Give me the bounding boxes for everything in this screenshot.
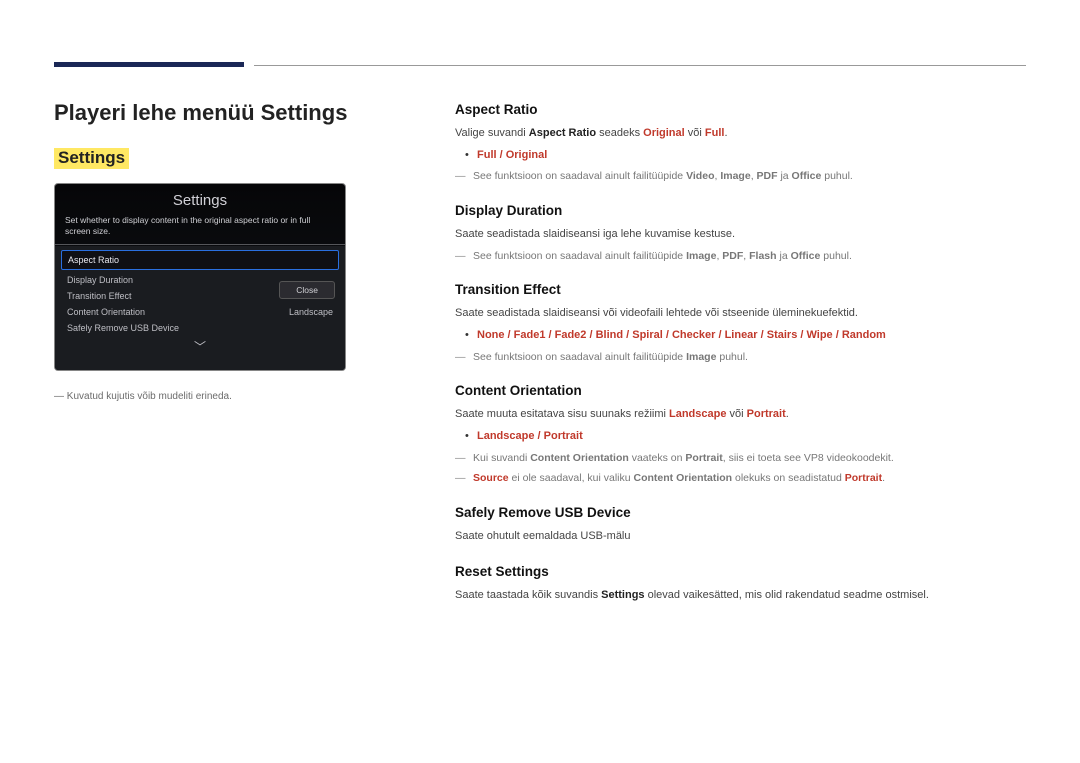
section-title: Reset Settings [455, 564, 1026, 579]
bullet-options: Full / Original [455, 147, 1026, 165]
panel-item-label: Content Orientation [67, 307, 145, 317]
footnote: ― Kuvatud kujutis võib mudeliti erineda. [54, 391, 354, 402]
section-aspect-ratio: Aspect Ratio Valige suvandi Aspect Ratio… [455, 102, 1026, 185]
section-text: Saate muuta esitatava sisu suunaks režii… [455, 406, 1026, 424]
panel-title: Settings [55, 184, 345, 215]
section-title: Content Orientation [455, 383, 1026, 398]
header-rule [254, 65, 1026, 66]
close-button[interactable]: Close [279, 281, 335, 299]
note: Kui suvandi Content Orientation vaateks … [455, 450, 1026, 467]
section-title: Display Duration [455, 203, 1026, 218]
section-content-orientation: Content Orientation Saate muuta esitatav… [455, 383, 1026, 487]
section-text: Saate seadistada slaidiseansi või videof… [455, 305, 1026, 323]
section-text: Valige suvandi Aspect Ratio seadeks Orig… [455, 125, 1026, 143]
right-column: Aspect Ratio Valige suvandi Aspect Ratio… [455, 102, 1026, 622]
note: See funktsioon on saadaval ainult failit… [455, 248, 1026, 265]
panel-item-value: Landscape [289, 307, 333, 317]
section-title: Safely Remove USB Device [455, 505, 1026, 520]
panel-item-label: Safely Remove USB Device [67, 323, 179, 333]
section-display-duration: Display Duration Saate seadistada slaidi… [455, 203, 1026, 264]
settings-heading: Settings [54, 148, 129, 169]
panel-item-aspect-ratio[interactable]: Aspect Ratio [61, 250, 339, 270]
bullet-options: None / Fade1 / Fade2 / Blind / Spiral / … [455, 327, 1026, 345]
panel-subtext: Set whether to display content in the or… [55, 215, 345, 244]
bullet-options: Landscape / Portrait [455, 428, 1026, 446]
section-reset-settings: Reset Settings Saate taastada kõik suvan… [455, 564, 1026, 605]
section-transition-effect: Transition Effect Saate seadistada slaid… [455, 282, 1026, 365]
section-title: Transition Effect [455, 282, 1026, 297]
panel-item-safely-remove-usb[interactable]: Safely Remove USB Device [55, 320, 345, 336]
section-safely-remove-usb: Safely Remove USB Device Saate ohutult e… [455, 505, 1026, 546]
header-accent-bar [54, 62, 244, 67]
section-text: Saate ohutult eemaldada USB-mälu [455, 528, 1026, 546]
panel-item-label: Display Duration [67, 275, 133, 285]
left-column: Playeri lehe menüü Settings Settings Set… [54, 100, 354, 402]
note: See funktsioon on saadaval ainult failit… [455, 349, 1026, 366]
panel-item-content-orientation[interactable]: Content Orientation Landscape [55, 304, 345, 320]
panel-divider [55, 244, 345, 245]
panel-item-label: Transition Effect [67, 291, 132, 301]
note: See funktsioon on saadaval ainult failit… [455, 168, 1026, 185]
page-title: Playeri lehe menüü Settings [54, 100, 354, 126]
section-text: Saate taastada kõik suvandis Settings ol… [455, 587, 1026, 605]
section-title: Aspect Ratio [455, 102, 1026, 117]
note: Source ei ole saadaval, kui valiku Conte… [455, 470, 1026, 487]
chevron-down-icon[interactable]: ﹀ [55, 336, 345, 360]
panel-list: Aspect Ratio Display Duration Transition… [55, 246, 345, 370]
panel-item-label: Aspect Ratio [68, 255, 119, 265]
device-settings-panel: Settings Set whether to display content … [54, 183, 346, 371]
section-text: Saate seadistada slaidiseansi iga lehe k… [455, 226, 1026, 244]
